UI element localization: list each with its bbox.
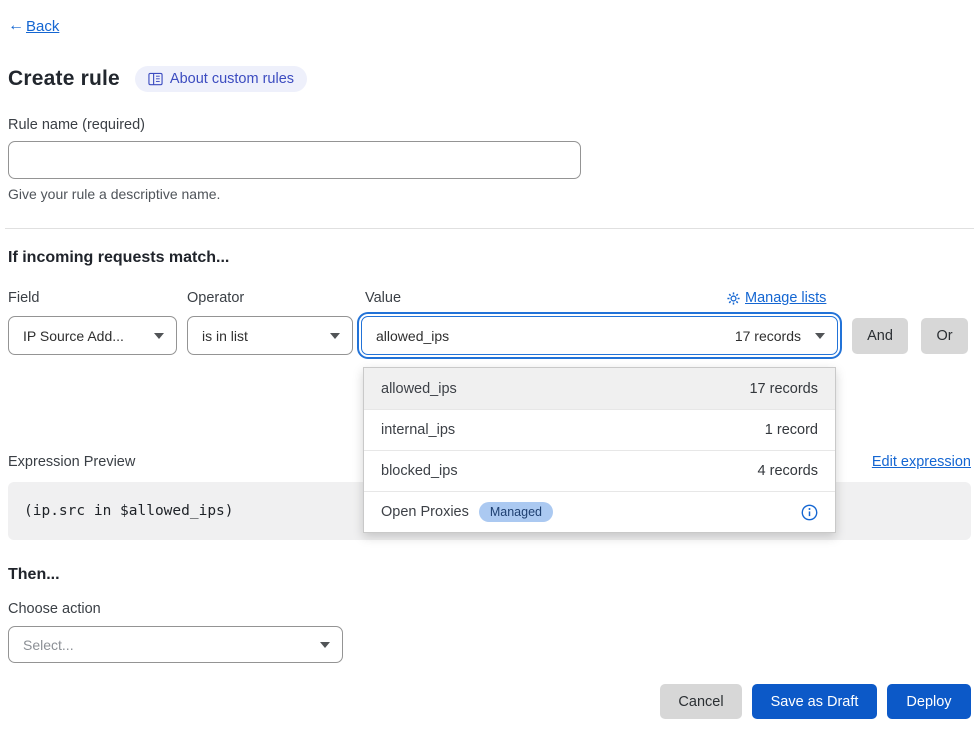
list-item-internal-ips[interactable]: internal_ips 1 record xyxy=(364,409,835,450)
value-label: Value xyxy=(365,290,401,306)
manage-lists-label: Manage lists xyxy=(745,290,826,306)
rule-name-helper: Give your rule a descriptive name. xyxy=(8,186,220,202)
field-select[interactable]: IP Source Add... xyxy=(8,316,177,355)
manage-lists-link[interactable]: Manage lists xyxy=(727,290,826,306)
list-item-name: blocked_ips xyxy=(381,463,458,479)
list-item-records: 1 record xyxy=(765,422,818,438)
about-custom-rules-link[interactable]: About custom rules xyxy=(135,66,307,92)
value-select-records: 17 records xyxy=(735,328,801,344)
edit-expression-link[interactable]: Edit expression xyxy=(872,454,971,470)
list-item-blocked-ips[interactable]: blocked_ips 4 records xyxy=(364,450,835,491)
page-title: Create rule xyxy=(8,67,120,91)
back-link-label: Back xyxy=(26,18,59,35)
deploy-button[interactable]: Deploy xyxy=(887,684,971,719)
field-label: Field xyxy=(8,290,39,306)
about-custom-rules-label: About custom rules xyxy=(170,71,294,87)
and-button[interactable]: And xyxy=(852,318,908,354)
info-icon[interactable] xyxy=(801,504,818,521)
expression-code: (ip.src in $allowed_ips) xyxy=(24,503,234,519)
then-section-heading: Then... xyxy=(8,566,60,584)
chevron-down-icon xyxy=(320,642,330,648)
operator-select[interactable]: is in list xyxy=(187,316,353,355)
section-divider xyxy=(5,228,974,229)
match-section-heading: If incoming requests match... xyxy=(8,249,229,267)
value-select[interactable]: allowed_ips 17 records xyxy=(361,316,838,355)
choose-action-label: Choose action xyxy=(8,601,101,617)
operator-label: Operator xyxy=(187,290,244,306)
create-rule-page: ←Back Create rule About custom rules Rul… xyxy=(0,0,979,739)
list-item-records: 4 records xyxy=(758,463,818,479)
or-button[interactable]: Or xyxy=(921,318,968,354)
book-icon xyxy=(148,72,163,86)
back-link[interactable]: ←Back xyxy=(8,17,59,35)
chevron-down-icon xyxy=(154,333,164,339)
save-as-draft-button[interactable]: Save as Draft xyxy=(752,684,877,719)
gear-icon xyxy=(727,292,740,305)
operator-select-value: is in list xyxy=(202,328,248,344)
value-select-value: allowed_ips xyxy=(376,328,449,344)
list-item-name: internal_ips xyxy=(381,422,455,438)
field-select-value: IP Source Add... xyxy=(23,328,124,344)
chevron-down-icon xyxy=(815,333,825,339)
list-dropdown: allowed_ips 17 records internal_ips 1 re… xyxy=(363,367,836,533)
chevron-down-icon xyxy=(330,333,340,339)
list-item-allowed-ips[interactable]: allowed_ips 17 records xyxy=(364,368,835,409)
expression-preview-label: Expression Preview xyxy=(8,454,135,470)
managed-badge: Managed xyxy=(479,502,553,522)
action-select-placeholder: Select... xyxy=(23,637,74,653)
back-arrow-icon: ← xyxy=(8,17,24,35)
title-row: Create rule About custom rules xyxy=(8,66,307,92)
rule-name-label: Rule name (required) xyxy=(8,117,145,133)
rule-name-input[interactable] xyxy=(8,141,581,179)
action-select[interactable]: Select... xyxy=(8,626,343,663)
list-item-name: allowed_ips xyxy=(381,381,457,397)
list-item-records: 17 records xyxy=(749,381,818,397)
list-item-name: Open Proxies xyxy=(381,504,469,520)
cancel-button[interactable]: Cancel xyxy=(660,684,742,719)
list-item-open-proxies[interactable]: Open Proxies Managed xyxy=(364,491,835,532)
